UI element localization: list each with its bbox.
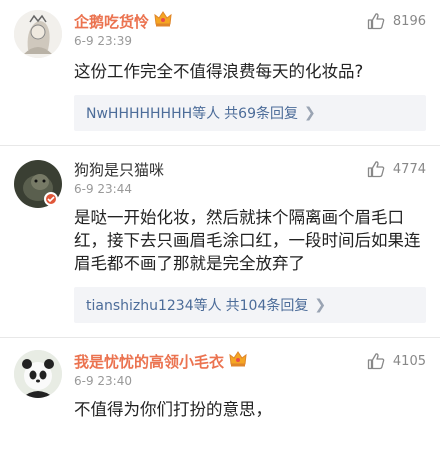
reply-count: 共69条回复 xyxy=(224,106,298,122)
reply-preview[interactable]: NwHHHHHHHH等人 共69条回复 ❯ xyxy=(74,95,426,131)
reply-users: NwHHHHHHHH等人 xyxy=(86,106,221,122)
avatar[interactable] xyxy=(14,10,62,58)
comment-username[interactable]: 狗狗是只猫咪 xyxy=(74,159,164,180)
thumbs-up-icon xyxy=(367,13,385,30)
comment-time: 6-9 23:44 xyxy=(74,182,132,196)
like-button[interactable]: 4105 xyxy=(367,352,426,370)
like-count: 4105 xyxy=(392,353,426,369)
reply-preview[interactable]: tianshizhu1234等人 共104条回复 ❯ xyxy=(74,287,426,323)
comment-time: 6-9 23:40 xyxy=(74,374,132,388)
chevron-right-icon: ❯ xyxy=(314,297,327,313)
comment-text: 是哒一开始化妆，然后就抹个隔离画个眉毛口红，接下去只画眉毛涂口红，一段时间后如果… xyxy=(74,208,421,273)
avatar[interactable] xyxy=(14,350,62,398)
comment-item: 狗狗是只猫咪 6-9 23:44 4774 是哒一开始化妆，然后就抹个隔离画个眉… xyxy=(0,146,440,323)
comment-time: 6-9 23:39 xyxy=(74,34,132,48)
thumbs-up-icon xyxy=(367,161,385,178)
comment-username[interactable]: 企鹅吃货怜 xyxy=(74,11,149,32)
like-button[interactable]: 4774 xyxy=(367,160,426,178)
comment-item: 企鹅吃货怜 6-9 23:39 8196 这份工作完全不值得浪费每天的化妆品? … xyxy=(0,0,440,131)
verified-badge-icon xyxy=(44,192,58,206)
reply-users: tianshizhu1234等人 xyxy=(86,298,222,314)
vip-crown-icon xyxy=(229,351,247,371)
vip-crown-icon xyxy=(154,11,172,31)
comment-text: 不值得为你们打扮的意思， xyxy=(74,400,272,419)
like-count: 8196 xyxy=(392,13,426,29)
thumbs-up-icon xyxy=(367,353,385,370)
comment-username[interactable]: 我是忧忧的高领小毛衣 xyxy=(74,351,224,372)
comment-text: 这份工作完全不值得浪费每天的化妆品? xyxy=(74,62,364,81)
like-count: 4774 xyxy=(392,161,426,177)
like-button[interactable]: 8196 xyxy=(367,12,426,30)
chevron-right-icon: ❯ xyxy=(303,105,316,121)
comment-item: 我是忧忧的高领小毛衣 6-9 23:40 4105 不值得为你们打扮的意思， xyxy=(0,338,440,421)
reply-count: 共104条回复 xyxy=(225,298,309,314)
